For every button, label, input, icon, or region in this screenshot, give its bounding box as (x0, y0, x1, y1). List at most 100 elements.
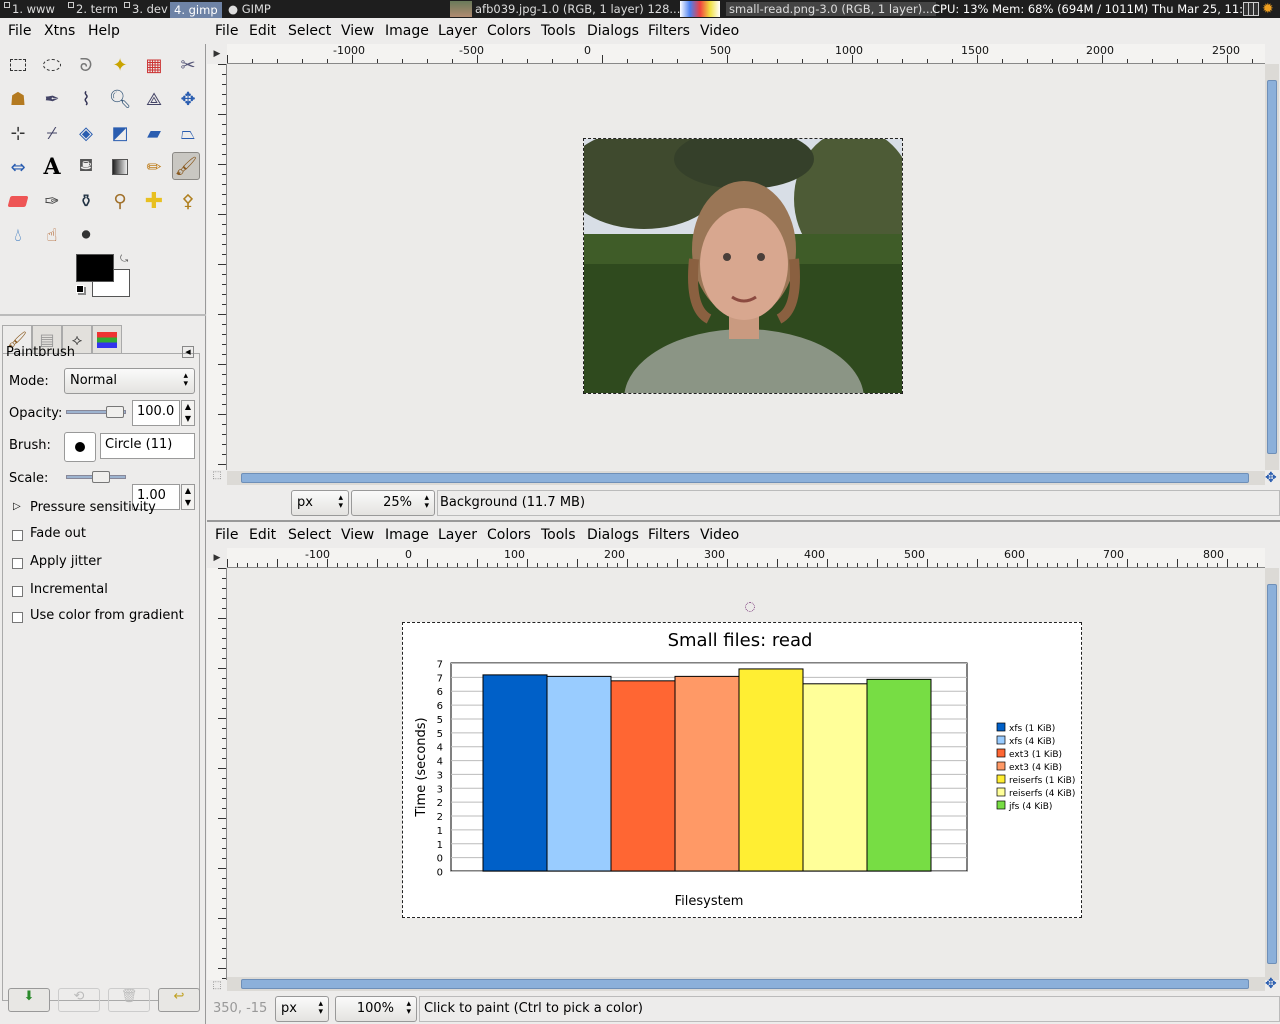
horizontal-scrollbar[interactable] (227, 977, 1265, 991)
opacity-slider-handle[interactable] (106, 406, 124, 418)
clone-icon[interactable]: ⚲ (106, 187, 134, 215)
incremental-checkbox[interactable] (12, 586, 23, 597)
color-picker-icon[interactable]: ⌇ (72, 85, 100, 113)
rect-select-icon[interactable] (4, 51, 32, 79)
unit-select[interactable]: px ▴ ▾ (291, 490, 349, 516)
menu-colors[interactable]: Colors (487, 527, 531, 543)
zoom-select[interactable]: 100% ▴ ▾ (335, 996, 417, 1022)
align-icon[interactable]: ⊹ (4, 119, 32, 147)
menu-file[interactable]: File (8, 23, 31, 39)
menu-layer[interactable]: Layer (438, 23, 477, 39)
smudge-icon[interactable]: ☝ (38, 221, 66, 249)
menu-image[interactable]: Image (385, 527, 429, 543)
menu-tools[interactable]: Tools (541, 23, 576, 39)
menu-video[interactable]: Video (700, 23, 739, 39)
fade-out-checkbox[interactable] (12, 530, 23, 541)
scissors-icon[interactable]: ✂ (174, 51, 202, 79)
perspective-icon[interactable]: ⏢ (174, 119, 202, 147)
expander-arrow-icon[interactable]: ▷ (13, 501, 21, 512)
navigate-icon[interactable]: ✥ (1265, 976, 1280, 992)
task-photo[interactable]: afb039.jpg-1.0 (RGB, 1 layer) 128... (475, 2, 680, 16)
menu-tools[interactable]: Tools (541, 527, 576, 543)
opacity-input[interactable]: 100.0 (132, 400, 180, 426)
chart-layer[interactable]: Small files: read 0 0 1 1 2 2 3 3 4 4 5 5 6 6 7 7 Filesys… (402, 622, 1082, 918)
menu-select[interactable]: Select (288, 23, 331, 39)
scale-spinner[interactable]: ▲ ▼ (181, 484, 195, 510)
menu-arrow-icon[interactable]: ▶ (207, 44, 227, 64)
tag-3[interactable]: 3. dev (124, 2, 168, 16)
tag-2[interactable]: 2. term (68, 2, 118, 16)
menu-video[interactable]: Video (700, 527, 739, 543)
quick-mask-icon[interactable]: ⬚ (207, 470, 227, 486)
dodge-burn-icon[interactable]: ⚫ (72, 221, 100, 249)
layout-icon[interactable] (1243, 2, 1259, 16)
task-chart[interactable]: small-read.png-3.0 (RGB, 1 layer)... (726, 2, 937, 16)
heal-icon[interactable]: ✚ (140, 187, 168, 215)
reset-options-icon[interactable]: ↩ (158, 988, 200, 1012)
paintbrush-icon[interactable]: 🖌︎ (172, 152, 200, 180)
measure-icon[interactable]: ⟁ (140, 85, 168, 113)
select-by-color-icon[interactable]: ▦ (140, 51, 168, 79)
blur-icon[interactable]: 💧︎ (4, 221, 32, 249)
vertical-scrollbar[interactable] (1265, 64, 1279, 470)
foreground-select-icon[interactable]: ☗ (4, 85, 32, 113)
brush-preview[interactable] (64, 432, 96, 462)
vertical-scrollbar[interactable] (1265, 568, 1279, 980)
configure-tab-icon[interactable]: ◀ (182, 346, 194, 358)
horizontal-scrollbar[interactable] (227, 471, 1265, 485)
flip-icon[interactable]: ⇔ (4, 153, 32, 181)
menu-help[interactable]: Help (88, 23, 120, 39)
menu-file[interactable]: File (215, 23, 238, 39)
menu-edit[interactable]: Edit (249, 527, 276, 543)
crop-icon[interactable]: ⌿ (38, 119, 66, 147)
blend-icon[interactable] (106, 153, 134, 181)
zoom-icon[interactable]: 🔍︎ (106, 85, 134, 113)
menu-file[interactable]: File (215, 527, 238, 543)
pencil-icon[interactable]: ✏ (140, 153, 168, 181)
foreground-color-swatch[interactable] (76, 254, 114, 282)
rotate-icon[interactable]: ◈ (72, 119, 100, 147)
menu-image[interactable]: Image (385, 23, 429, 39)
menu-arrow-icon[interactable]: ▶ (207, 548, 227, 568)
lasso-icon[interactable]: ᘐ (72, 51, 100, 79)
save-options-icon[interactable]: ⬇ (8, 988, 50, 1012)
pressure-expander[interactable]: Pressure sensitivity (30, 500, 156, 515)
canvas-area[interactable] (227, 64, 1265, 470)
shear-icon[interactable]: ▰ (140, 119, 168, 147)
menu-filters[interactable]: Filters (648, 23, 690, 39)
perspective-clone-icon[interactable]: ⚴ (174, 187, 202, 215)
menu-dialogs[interactable]: Dialogs (587, 23, 639, 39)
task-gimp[interactable]: ● GIMP (228, 2, 271, 16)
gradient-color-checkbox[interactable] (12, 612, 23, 623)
swap-colors-icon[interactable]: ⤿ (120, 254, 128, 265)
default-colors-icon[interactable] (76, 285, 84, 293)
menu-select[interactable]: Select (288, 527, 331, 543)
mode-select[interactable]: Normal ▴ ▾ (64, 368, 195, 394)
menu-view[interactable]: View (341, 23, 374, 39)
paths-icon[interactable]: ✒ (38, 85, 66, 113)
apply-jitter-checkbox[interactable] (12, 558, 23, 569)
ellipse-select-icon[interactable] (38, 51, 66, 79)
brush-name-field[interactable]: Circle (11) (100, 433, 195, 459)
menu-edit[interactable]: Edit (249, 23, 276, 39)
navigate-icon[interactable]: ✥ (1265, 470, 1280, 486)
scale-slider-handle[interactable] (92, 471, 110, 483)
tag-4[interactable]: 4. gimp (170, 2, 222, 18)
canvas-area[interactable]: Small files: read 0 0 1 1 2 2 3 3 4 4 5 5 6 6 7 7 Filesys… (227, 568, 1265, 980)
menu-view[interactable]: View (341, 527, 374, 543)
bucket-fill-icon[interactable]: ⛾ (72, 153, 100, 181)
menu-colors[interactable]: Colors (487, 23, 531, 39)
tag-1[interactable]: 1. www (4, 2, 55, 16)
text-icon[interactable]: A (38, 153, 66, 181)
menu-xtns[interactable]: Xtns (44, 23, 75, 39)
restore-options-icon[interactable]: ⟲ (58, 988, 100, 1012)
menu-filters[interactable]: Filters (648, 527, 690, 543)
photo-layer[interactable] (583, 138, 903, 394)
zoom-select[interactable]: 25% ▴ ▾ (351, 490, 435, 516)
delete-options-icon[interactable]: 🗑︎ (108, 988, 150, 1012)
opacity-spinner[interactable]: ▲ ▼ (181, 400, 195, 426)
menu-dialogs[interactable]: Dialogs (587, 527, 639, 543)
tab-channels-icon[interactable] (92, 325, 122, 353)
unit-select[interactable]: px ▴ ▾ (275, 996, 329, 1022)
sun-icon[interactable]: ✹ (1262, 1, 1274, 17)
